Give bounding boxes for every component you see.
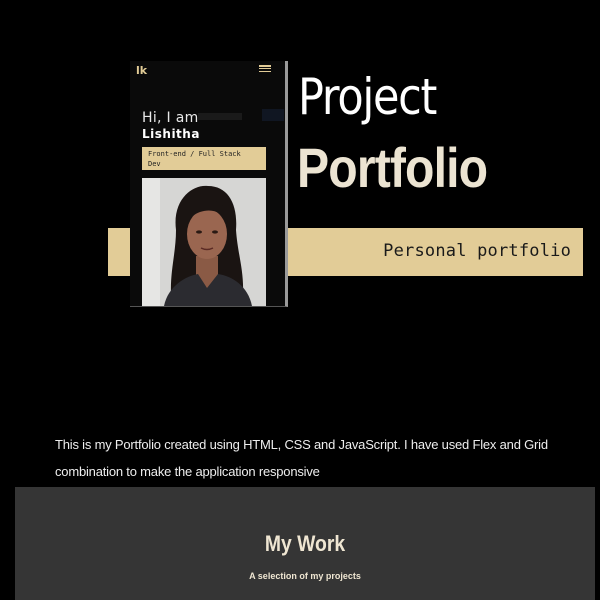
about-description: This is my Portfolio created using HTML,… [55, 437, 548, 479]
role-line: Front-end / Full Stack [148, 150, 241, 158]
profile-photo [142, 178, 266, 306]
role-line: Dev [148, 160, 161, 168]
section-title: My Work [264, 531, 346, 556]
hamburger-menu-icon[interactable] [259, 65, 271, 72]
faint-nav-bar [198, 113, 242, 120]
section-subtitle: A selection of my projects [249, 571, 361, 581]
person-portrait-icon [142, 178, 266, 306]
hero-title-light: Project [298, 68, 437, 126]
faint-nav-bar [262, 109, 284, 121]
hero-accent-band: Personal portfolio [285, 228, 583, 276]
hero-title-bold: Portfolio [297, 136, 488, 199]
hero-tagline: Personal portfolio [383, 241, 571, 261]
intro-name: Lishitha [142, 127, 200, 141]
portfolio-page: Personal portfolio lk Hi, I am Lishitha … [0, 0, 600, 600]
site-logo[interactable]: lk [136, 64, 147, 77]
role-badge: Front-end / Full Stack Dev [142, 147, 266, 170]
intro-greeting: Hi, I am [142, 110, 199, 126]
hero-accent-band-left [108, 228, 132, 276]
phone-mockup: lk Hi, I am Lishitha Front-end / Full St… [130, 61, 288, 307]
my-work-section: My Work A selection of my projects [15, 487, 595, 600]
